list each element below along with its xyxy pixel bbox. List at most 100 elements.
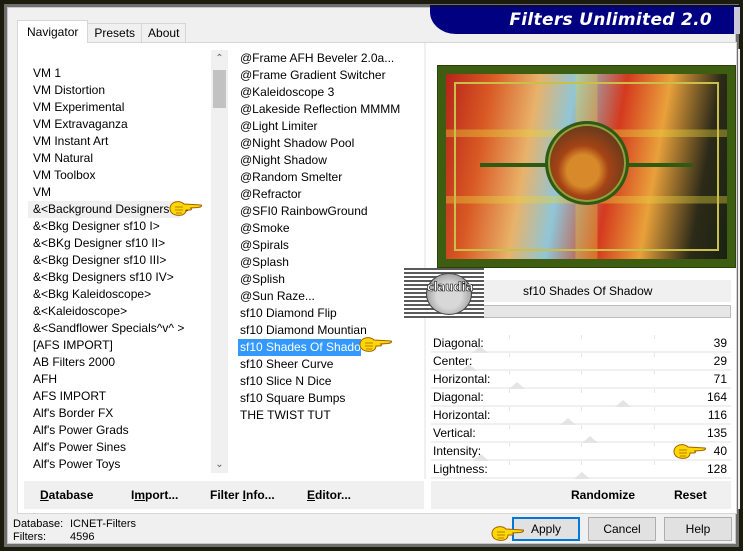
parameter-slider[interactable]: Diagonal: 164 bbox=[431, 389, 731, 407]
filter-item[interactable]: sf10 Diamond Flip bbox=[238, 305, 424, 322]
filter-item[interactable]: @Frame Gradient Switcher bbox=[238, 67, 424, 84]
parameter-value: 40 bbox=[713, 444, 727, 458]
watermark-logo: claudia bbox=[404, 268, 484, 318]
window-frame: Filters Unlimited 2.0 Navigator Presets … bbox=[4, 4, 740, 547]
category-item[interactable]: &<BKg Designer sf10 II> bbox=[28, 235, 221, 252]
category-item[interactable]: VM Instant Art bbox=[28, 133, 221, 150]
parameter-label: Diagonal: bbox=[433, 336, 484, 350]
slider-thumb[interactable] bbox=[559, 418, 576, 425]
parameter-button-bar: Randomize Reset bbox=[431, 481, 731, 509]
category-item[interactable]: VM Toolbox bbox=[28, 167, 221, 184]
category-item[interactable]: &<Bkg Designer sf10 I> bbox=[28, 218, 221, 235]
parameter-slider[interactable]: Diagonal: 39 bbox=[431, 335, 731, 353]
parameter-value: 116 bbox=[707, 408, 727, 422]
slider-thumb[interactable] bbox=[573, 472, 590, 479]
category-item[interactable]: &<Background Designers IV> bbox=[28, 201, 191, 218]
filter-item[interactable]: @Lakeside Reflection MMMM bbox=[238, 101, 424, 118]
pointing-hand-icon bbox=[359, 337, 392, 352]
filter-item[interactable]: sf10 Shades Of Shadow bbox=[238, 339, 369, 356]
reset-button[interactable]: Reset bbox=[674, 488, 707, 502]
filter-item[interactable]: @Splash bbox=[238, 254, 424, 271]
parameter-label: Center: bbox=[433, 354, 473, 368]
tab-navigator[interactable]: Navigator bbox=[17, 20, 89, 43]
filter-item[interactable]: sf10 Square Bumps bbox=[238, 390, 424, 407]
category-item[interactable]: VM Natural bbox=[28, 150, 221, 167]
filter-item[interactable]: @Smoke bbox=[238, 220, 424, 237]
tab-strip: Navigator Presets About bbox=[17, 20, 187, 43]
filter-item[interactable]: sf10 Sheer Curve bbox=[238, 356, 424, 373]
pointing-hand-icon bbox=[491, 526, 524, 541]
filter-item[interactable]: sf10 Slice N Dice bbox=[238, 373, 424, 390]
parameter-label: Horizontal: bbox=[433, 408, 491, 422]
parameter-slider[interactable]: Horizontal: 116 bbox=[431, 407, 731, 425]
parameter-label: Horizontal: bbox=[433, 372, 491, 386]
parameter-label: Vertical: bbox=[433, 426, 476, 440]
pointing-hand-icon bbox=[169, 201, 202, 216]
parameter-slider[interactable]: Lightness: 128 bbox=[431, 461, 731, 479]
navigator-panel: VM 1 VM Distortion VM Experimental VM Extra… bbox=[17, 42, 740, 514]
category-scrollbar[interactable]: ⌃ ⌄ bbox=[211, 50, 228, 473]
slider-thumb[interactable] bbox=[508, 382, 525, 389]
filter-item[interactable]: @Frame AFH Beveler 2.0a... bbox=[238, 50, 424, 67]
filter-item[interactable]: @Kaleidoscope 3 bbox=[238, 84, 424, 101]
cancel-button[interactable]: Cancel bbox=[588, 517, 656, 541]
filter-item[interactable]: @SFI0 RainbowGround bbox=[238, 203, 424, 220]
category-item[interactable]: &<Bkg Kaleidoscope> bbox=[28, 286, 221, 303]
category-item[interactable]: VM Distortion bbox=[28, 82, 221, 99]
chevron-up-icon[interactable]: ⌃ bbox=[211, 50, 228, 67]
parameter-slider[interactable]: Vertical: 135 bbox=[431, 425, 731, 443]
category-item[interactable]: &<Bkg Designer sf10 III> bbox=[28, 252, 221, 269]
parameter-value: 29 bbox=[713, 354, 727, 368]
category-item[interactable]: VM Extravaganza bbox=[28, 116, 221, 133]
tab-about[interactable]: About bbox=[141, 23, 187, 43]
category-list[interactable]: VM 1 VM Distortion VM Experimental VM Extra… bbox=[28, 50, 221, 473]
filters-label: Filters: bbox=[13, 531, 46, 543]
category-item[interactable]: AFS IMPORT bbox=[28, 388, 221, 405]
parameter-value: 39 bbox=[713, 336, 727, 350]
parameter-slider[interactable]: Horizontal: 71 bbox=[431, 371, 731, 389]
slider-thumb[interactable] bbox=[614, 400, 631, 407]
category-item[interactable]: &<Bkg Designers sf10 IV> bbox=[28, 269, 221, 286]
parameter-value: 128 bbox=[706, 462, 727, 476]
category-item[interactable]: Alf's Power Grads bbox=[28, 422, 221, 439]
title-banner: Filters Unlimited 2.0 bbox=[430, 5, 740, 34]
preview-area bbox=[431, 49, 736, 279]
database-button[interactable]: Database bbox=[40, 488, 93, 502]
filter-item[interactable]: @Refractor bbox=[238, 186, 424, 203]
category-item[interactable]: Alf's Border FX bbox=[28, 405, 221, 422]
filter-item[interactable]: @Light Limiter bbox=[238, 118, 424, 135]
chevron-down-icon[interactable]: ⌄ bbox=[211, 456, 228, 473]
app-title: Filters Unlimited 2.0 bbox=[509, 10, 712, 30]
filter-item[interactable]: THE TWIST TUT bbox=[238, 407, 424, 424]
category-item[interactable]: Alf's Power Toys bbox=[28, 456, 221, 473]
filter-item[interactable]: @Spirals bbox=[238, 237, 424, 254]
parameter-value: 71 bbox=[713, 372, 727, 386]
editor-button[interactable]: Editor... bbox=[307, 488, 351, 502]
import-button[interactable]: Import... bbox=[131, 488, 178, 502]
category-item[interactable]: &<Sandflower Specials^v^ > bbox=[28, 320, 221, 337]
tab-presets[interactable]: Presets bbox=[87, 23, 143, 43]
filter-info-button[interactable]: Filter Info... bbox=[210, 488, 275, 502]
randomize-button[interactable]: Randomize bbox=[571, 488, 635, 502]
category-item[interactable]: Alf's Power Sines bbox=[28, 439, 221, 456]
filter-item[interactable]: @Sun Raze... bbox=[238, 288, 424, 305]
parameter-slider[interactable]: Center: 29 bbox=[431, 353, 731, 371]
filter-item[interactable]: @Splish bbox=[238, 271, 424, 288]
filter-list[interactable]: @Frame AFH Beveler 2.0a... @Frame Gradien… bbox=[234, 43, 424, 473]
help-button[interactable]: Help bbox=[664, 517, 732, 541]
parameter-label: Intensity: bbox=[433, 444, 482, 458]
category-item[interactable]: AB Filters 2000 bbox=[28, 354, 221, 371]
database-label: Database: bbox=[13, 518, 64, 530]
slider-thumb[interactable] bbox=[581, 436, 598, 443]
category-item[interactable]: VM 1 bbox=[28, 65, 221, 82]
category-item[interactable]: AFH bbox=[28, 371, 221, 388]
category-item[interactable]: [AFS IMPORT] bbox=[28, 337, 221, 354]
filter-item[interactable]: @Random Smelter bbox=[238, 169, 424, 186]
category-item[interactable]: &<Kaleidoscope> bbox=[28, 303, 221, 320]
category-item[interactable]: VM Experimental bbox=[28, 99, 221, 116]
pointing-hand-icon bbox=[673, 444, 706, 459]
filter-item[interactable]: @Night Shadow Pool bbox=[238, 135, 424, 152]
scrollbar-thumb[interactable] bbox=[213, 70, 226, 108]
filter-item[interactable]: sf10 Diamond Mountian bbox=[238, 322, 424, 339]
filter-item[interactable]: @Night Shadow bbox=[238, 152, 424, 169]
